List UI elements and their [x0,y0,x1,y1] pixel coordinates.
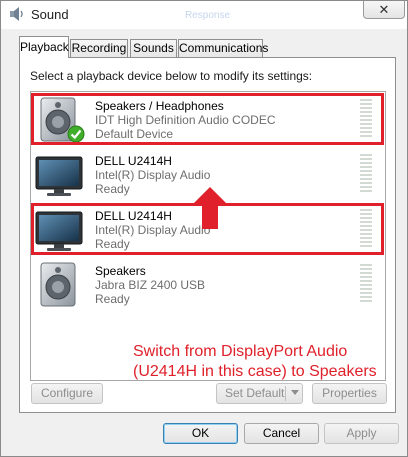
split-divider [285,386,286,401]
speaker-icon [40,262,76,307]
device-name: Speakers [95,264,146,278]
properties-button[interactable]: Properties [312,383,387,404]
sound-icon [10,7,23,21]
annotation-note: Switch from DisplayPort Audio (U2414H in… [133,342,383,382]
device-list: Speakers / Headphones IDT High Definitio… [30,91,386,381]
set-default-label: Set Default [225,386,285,400]
device-item-speakers-jabra[interactable]: Speakers Jabra BIZ 2400 USB Ready [31,258,385,312]
apply-button[interactable]: Apply [324,423,399,444]
ghost-title: Response [185,10,231,21]
monitor-icon [35,156,83,196]
configure-button[interactable]: Configure [31,383,103,404]
device-description: Intel(R) Display Audio [95,168,211,182]
level-meter [360,264,372,304]
sound-dialog: Sound Response ✕ Playback Recording Soun… [0,0,408,457]
playback-panel: Select a playback device below to modify… [19,57,396,413]
tab-recording[interactable]: Recording [70,39,128,57]
tab-playback[interactable]: Playback [19,36,69,58]
tab-sounds[interactable]: Sounds [130,39,177,57]
close-button[interactable]: ✕ [363,1,405,19]
cancel-button[interactable]: Cancel [244,423,319,444]
tab-communications[interactable]: Communications [178,39,268,57]
annotation-line-2: (U2414H in this case) to Speakers [133,363,377,380]
ok-button[interactable]: OK [163,423,238,444]
red-arrow-up-icon [192,187,228,229]
close-icon: ✕ [378,2,390,17]
instruction-text: Select a playback device below to modify… [30,69,313,83]
device-description: Jabra BIZ 2400 USB [95,278,206,292]
device-status: Ready [95,292,130,306]
highlight-box-default-device [31,93,384,145]
title-bar: Sound Response ✕ [1,1,407,29]
device-name: DELL U2414H [95,154,172,168]
chevron-down-icon[interactable] [291,390,299,395]
annotation-line-1: Switch from DisplayPort Audio [133,343,348,360]
set-default-button[interactable]: Set Default [216,383,303,404]
device-status: Ready [95,182,130,196]
window-title: Sound [31,7,69,22]
level-meter [360,154,372,194]
